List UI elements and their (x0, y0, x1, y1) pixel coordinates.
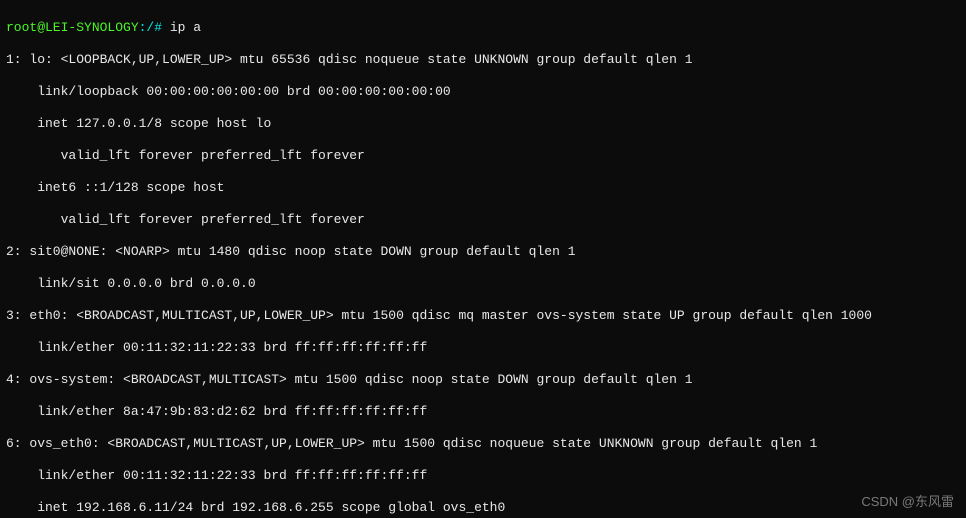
iface-lo-valid: valid_lft forever preferred_lft forever (6, 148, 960, 164)
iface-eth0-header: 3: eth0: <BROADCAST,MULTICAST,UP,LOWER_U… (6, 308, 960, 324)
iface-ovseth0-header: 6: ovs_eth0: <BROADCAST,MULTICAST,UP,LOW… (6, 436, 960, 452)
iface-eth0-link: link/ether 00:11:32:11:22:33 brd ff:ff:f… (6, 340, 960, 356)
prompt-path: :/# (139, 20, 162, 35)
iface-lo-header: 1: lo: <LOOPBACK,UP,LOWER_UP> mtu 65536 … (6, 52, 960, 68)
command-text: ip a (162, 20, 201, 35)
iface-lo-inet6: inet6 ::1/128 scope host (6, 180, 960, 196)
terminal-output[interactable]: root@LEI-SYNOLOGY:/# ip a 1: lo: <LOOPBA… (0, 0, 966, 518)
iface-ovseth0-link: link/ether 00:11:32:11:22:33 brd ff:ff:f… (6, 468, 960, 484)
iface-lo-valid6: valid_lft forever preferred_lft forever (6, 212, 960, 228)
iface-ovssys-header: 4: ovs-system: <BROADCAST,MULTICAST> mtu… (6, 372, 960, 388)
iface-ovseth0-inet: inet 192.168.6.11/24 brd 192.168.6.255 s… (6, 500, 960, 516)
iface-sit0-link: link/sit 0.0.0.0 brd 0.0.0.0 (6, 276, 960, 292)
iface-lo-link: link/loopback 00:00:00:00:00:00 brd 00:0… (6, 84, 960, 100)
iface-sit0-header: 2: sit0@NONE: <NOARP> mtu 1480 qdisc noo… (6, 244, 960, 260)
shell-prompt-line: root@LEI-SYNOLOGY:/# ip a (6, 20, 960, 36)
iface-lo-inet: inet 127.0.0.1/8 scope host lo (6, 116, 960, 132)
prompt-user-host: root@LEI-SYNOLOGY (6, 20, 139, 35)
iface-ovssys-link: link/ether 8a:47:9b:83:d2:62 brd ff:ff:f… (6, 404, 960, 420)
